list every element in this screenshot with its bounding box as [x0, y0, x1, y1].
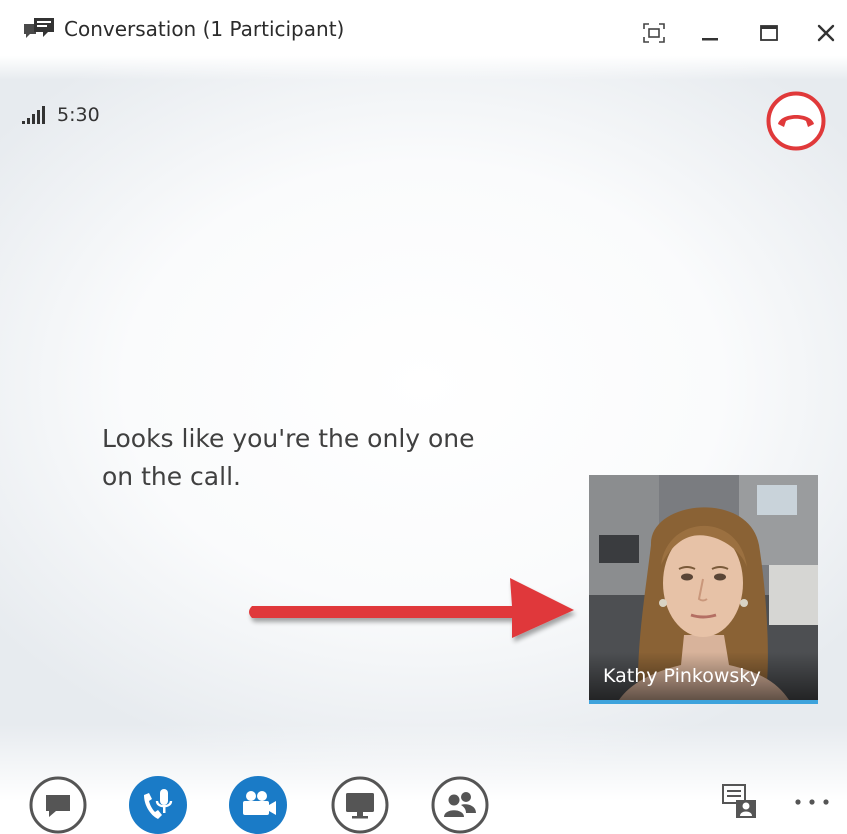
maximize-button[interactable]: [749, 14, 789, 52]
minimize-icon: [702, 38, 718, 41]
close-icon: [817, 24, 835, 42]
conversation-window: Conversation (1 Participant) 5:30 Looks …: [0, 0, 847, 834]
annotation-arrow: [249, 578, 574, 638]
video-feed: Kathy Pinkowsky: [589, 475, 818, 700]
fullscreen-icon: [643, 23, 665, 43]
close-button[interactable]: [806, 14, 846, 52]
present-button[interactable]: [330, 775, 390, 834]
title-bar: Conversation (1 Participant): [0, 0, 847, 66]
window-title: Conversation (1 Participant): [64, 17, 345, 41]
video-button[interactable]: [228, 775, 288, 834]
stage-layout-button[interactable]: [720, 782, 760, 822]
alone-message: Looks like you're the only one on the ca…: [102, 424, 475, 491]
maximize-icon: [760, 25, 778, 41]
call-toolbar: [0, 772, 847, 834]
conversation-icon: [24, 18, 54, 38]
audio-button[interactable]: [128, 775, 188, 834]
hang-up-button[interactable]: [765, 90, 827, 152]
signal-strength-icon: [22, 106, 45, 124]
video-tile-accent-bar: [589, 700, 818, 704]
participant-name: Kathy Pinkowsky: [589, 652, 818, 700]
instant-message-button[interactable]: [28, 775, 88, 834]
stage-layout-icon: [722, 784, 756, 818]
more-options-button[interactable]: [790, 782, 834, 822]
call-status: 5:30: [22, 104, 100, 126]
call-duration: 5:30: [57, 104, 100, 126]
participants-button[interactable]: [430, 775, 490, 834]
fullscreen-button[interactable]: [634, 14, 674, 52]
self-video-tile[interactable]: Kathy Pinkowsky: [589, 475, 818, 704]
more-options-icon: [795, 799, 829, 805]
minimize-button[interactable]: [690, 14, 730, 52]
